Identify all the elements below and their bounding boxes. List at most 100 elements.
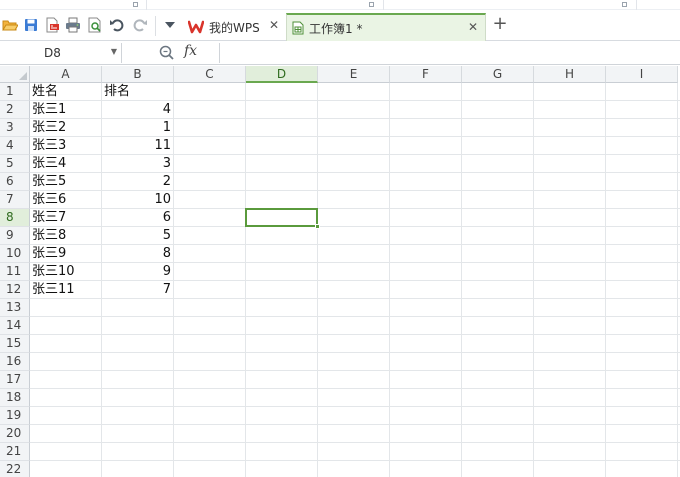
- grid-column-line: [677, 83, 678, 477]
- cell-area[interactable]: 姓名 排名 张三1 4 张三2 1 张三3 11 张三4 3 张三5 2 张三6 10 张三7 6 张三8 5 张三…: [30, 83, 680, 477]
- grid-column-line: [245, 83, 246, 477]
- cell-a1[interactable]: 姓名: [30, 83, 102, 101]
- row-header-12[interactable]: 12: [0, 281, 30, 299]
- row-header-9[interactable]: 9: [0, 227, 30, 245]
- restore-marker-icon: [622, 2, 627, 7]
- row-header-10[interactable]: 10: [0, 245, 30, 263]
- grid-column-line: [605, 83, 606, 477]
- cell-a10[interactable]: 张三9: [30, 245, 102, 263]
- cell-b11[interactable]: 9: [102, 263, 174, 281]
- row-header-20[interactable]: 20: [0, 425, 30, 443]
- cell-b7[interactable]: 10: [102, 191, 174, 209]
- spreadsheet-grid: ABCDEFGHI 1 2 3 4 5 6 7 8 9 10 11 12 13 14 15 16 17 18 19 2…: [0, 66, 680, 477]
- customize-dropdown-icon: [165, 22, 175, 28]
- row-header-4[interactable]: 4: [0, 137, 30, 155]
- column-header-f[interactable]: F: [390, 66, 462, 83]
- print-preview-button[interactable]: [86, 16, 104, 34]
- chevron-down-icon[interactable]: ▼: [111, 47, 117, 56]
- formula-input[interactable]: [219, 43, 680, 63]
- tab-my-wps[interactable]: 我的WPS ✕: [184, 13, 286, 41]
- cell-a11[interactable]: 张三10: [30, 263, 102, 281]
- column-header-b[interactable]: B: [102, 66, 174, 83]
- row-header-6[interactable]: 6: [0, 173, 30, 191]
- cell-a3[interactable]: 张三2: [30, 119, 102, 137]
- save-button[interactable]: [22, 16, 40, 34]
- row-header-14[interactable]: 14: [0, 317, 30, 335]
- customize-dropdown-button[interactable]: [161, 16, 179, 34]
- sheet-doc-icon: [292, 21, 304, 35]
- cell-a12[interactable]: 张三11: [30, 281, 102, 299]
- grid-column-line: [533, 83, 534, 477]
- strip-divider: [636, 0, 637, 10]
- fx-button[interactable]: fx: [184, 43, 197, 59]
- row-header-7[interactable]: 7: [0, 191, 30, 209]
- column-header-e[interactable]: E: [318, 66, 390, 83]
- row-header-17[interactable]: 17: [0, 371, 30, 389]
- column-header-c[interactable]: C: [174, 66, 246, 83]
- tab-workbook[interactable]: 工作簿1 * ✕: [286, 13, 486, 41]
- row-header-19[interactable]: 19: [0, 407, 30, 425]
- row-header-1[interactable]: 1: [0, 83, 30, 101]
- close-icon[interactable]: ✕: [467, 21, 479, 33]
- grid-row-line: [30, 388, 680, 389]
- magnifier-icon[interactable]: [158, 44, 176, 62]
- fill-handle[interactable]: [315, 224, 320, 229]
- cell-a2[interactable]: 张三1: [30, 101, 102, 119]
- cell-b12[interactable]: 7: [102, 281, 174, 299]
- name-box[interactable]: D8 ▼: [0, 43, 122, 63]
- row-header-16[interactable]: 16: [0, 353, 30, 371]
- row-header-22[interactable]: 22: [0, 461, 30, 477]
- column-header-a[interactable]: A: [30, 66, 102, 83]
- restore-marker-icon: [369, 2, 374, 7]
- cell-a8[interactable]: 张三7: [30, 209, 102, 227]
- cell-b9[interactable]: 5: [102, 227, 174, 245]
- tab-bar: 我的WPS ✕ 工作簿1 * ✕ +: [0, 10, 680, 41]
- row-header-13[interactable]: 13: [0, 299, 30, 317]
- new-tab-button[interactable]: +: [490, 14, 510, 34]
- row-header-15[interactable]: 15: [0, 335, 30, 353]
- close-icon[interactable]: ✕: [268, 19, 280, 31]
- strip-divider: [383, 0, 384, 10]
- grid-row-line: [30, 334, 680, 335]
- print-button[interactable]: [64, 16, 82, 34]
- row-header-18[interactable]: 18: [0, 389, 30, 407]
- restore-marker-icon: [133, 2, 138, 7]
- cell-a9[interactable]: 张三8: [30, 227, 102, 245]
- grid-column-line: [317, 83, 318, 477]
- undo-button[interactable]: [108, 16, 126, 34]
- row-header-8[interactable]: 8: [0, 209, 30, 227]
- column-header-g[interactable]: G: [462, 66, 534, 83]
- row-header-2[interactable]: 2: [0, 101, 30, 119]
- column-header-i[interactable]: I: [606, 66, 678, 83]
- cell-b8[interactable]: 6: [102, 209, 174, 227]
- export-pdf-button[interactable]: [43, 16, 61, 34]
- cell-b2[interactable]: 4: [102, 101, 174, 119]
- cell-a6[interactable]: 张三5: [30, 173, 102, 191]
- row-header-5[interactable]: 5: [0, 155, 30, 173]
- active-cell-selection[interactable]: [245, 208, 320, 229]
- cell-a4[interactable]: 张三3: [30, 137, 102, 155]
- row-header-11[interactable]: 11: [0, 263, 30, 281]
- cell-b1[interactable]: 排名: [102, 83, 174, 101]
- print-icon: [66, 17, 80, 33]
- grid-row-line: [30, 316, 680, 317]
- row-header-3[interactable]: 3: [0, 119, 30, 137]
- column-header-d[interactable]: D: [246, 66, 318, 83]
- cell-b5[interactable]: 3: [102, 155, 174, 173]
- cell-b3[interactable]: 1: [102, 119, 174, 137]
- strip-divider: [146, 0, 147, 10]
- open-folder-button[interactable]: [1, 16, 19, 34]
- cell-a7[interactable]: 张三6: [30, 191, 102, 209]
- select-all-corner[interactable]: [0, 66, 30, 83]
- redo-button[interactable]: [131, 16, 149, 34]
- grid-column-line: [389, 83, 390, 477]
- cell-b10[interactable]: 8: [102, 245, 174, 263]
- grid-row-line: [30, 370, 680, 371]
- cell-b4[interactable]: 11: [102, 137, 174, 155]
- cell-a5[interactable]: 张三4: [30, 155, 102, 173]
- print-preview-icon: [88, 17, 101, 33]
- cell-b6[interactable]: 2: [102, 173, 174, 191]
- column-header-h[interactable]: H: [534, 66, 606, 83]
- tab-label: 工作簿1 *: [309, 21, 363, 36]
- row-header-21[interactable]: 21: [0, 443, 30, 461]
